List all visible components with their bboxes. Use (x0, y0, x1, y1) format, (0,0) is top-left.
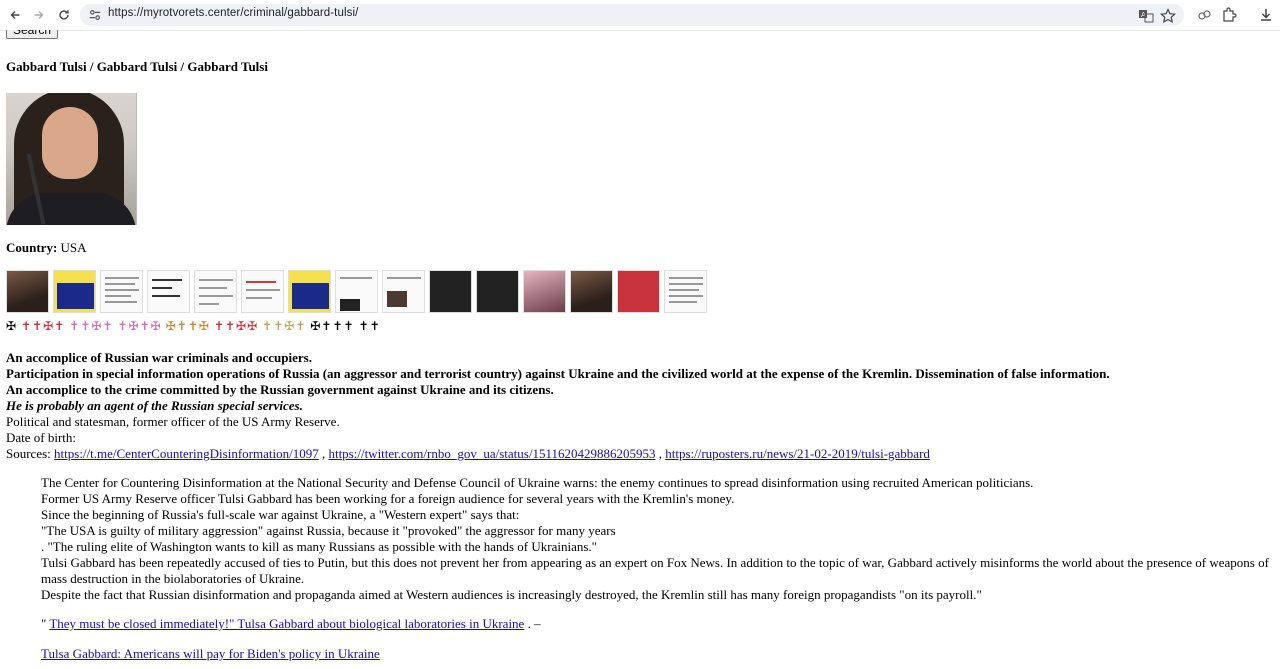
search-button[interactable]: Search (6, 30, 59, 39)
gallery-thumb[interactable] (288, 270, 331, 313)
related-article-1: " They must be closed immediately!" Tuls… (41, 616, 541, 632)
forward-arrow-icon (34, 11, 44, 19)
browser-toolbar: https://myrotvorets.center/criminal/gabb… (0, 0, 1280, 31)
gallery-thumb[interactable] (6, 270, 49, 313)
address-bar[interactable]: https://myrotvorets.center/criminal/gabb… (80, 4, 1184, 26)
source-link[interactable]: https://ruposters.ru/news/21-02-2019/tul… (665, 446, 930, 461)
birth-date-line: Date of birth: (6, 430, 77, 445)
puzzle-extensions-icon[interactable] (1221, 7, 1237, 23)
sources-line: Sources: https://t.me/CenterCounteringDi… (6, 446, 1110, 462)
reload-button[interactable] (55, 6, 73, 24)
cross-group: ✝✝✠✠ (213, 319, 259, 333)
gallery-thumb[interactable] (664, 270, 707, 313)
gallery-thumb[interactable] (523, 270, 566, 313)
accusation-line: Participation in special information ope… (6, 366, 1110, 381)
bookmark-star-icon[interactable] (1160, 8, 1176, 24)
gallery-thumb[interactable] (194, 270, 237, 313)
accusation-line: An accomplice of Russian war criminals a… (6, 350, 312, 365)
gallery-thumb[interactable] (100, 270, 143, 313)
translate-icon[interactable]: A (1138, 8, 1154, 24)
gallery-thumb[interactable] (382, 270, 425, 313)
related-article-link[interactable]: They must be closed immediately!" Tulsa … (49, 616, 524, 631)
occupation-line: Political and statesman, former officer … (6, 414, 340, 429)
gallery-thumb[interactable] (241, 270, 284, 313)
source-separator: , (658, 446, 662, 461)
photo-body (6, 193, 136, 225)
cross-group: ✝✝✠✝ (262, 319, 307, 333)
extension-icon[interactable] (1196, 7, 1212, 23)
forward-button[interactable] (30, 6, 48, 24)
article-paragraph: Since the beginning of Russia's full-sca… (41, 507, 520, 522)
site-info-icon[interactable] (88, 8, 102, 22)
gallery-thumb[interactable] (476, 270, 519, 313)
cross-group: ✝✠✝✠ (117, 319, 162, 333)
article-paragraph: . "The ruling elite of Washington wants … (41, 539, 597, 554)
back-arrow-icon (10, 11, 20, 19)
page-content: Search Gabbard Tulsi / Gabbard Tulsi / G… (0, 30, 1280, 669)
back-button[interactable] (6, 6, 24, 24)
gallery-thumb[interactable] (53, 270, 96, 313)
quote-mark: " (41, 616, 47, 631)
description-block: An accomplice of Russian war criminals a… (6, 350, 1110, 462)
gallery-thumb[interactable] (570, 270, 613, 313)
photo-face (42, 107, 98, 179)
cross-group: ✠✝✝✠ (165, 319, 210, 333)
article-paragraph: Despite the fact that Russian disinforma… (41, 587, 982, 602)
article-paragraph: Former US Army Reserve officer Tulsi Gab… (41, 491, 735, 506)
gallery-thumb[interactable] (429, 270, 472, 313)
gallery-thumb[interactable] (335, 270, 378, 313)
cross-group: ✝✝✠✝ (21, 319, 66, 333)
accusation-line: An accomplice to the crime committed by … (6, 382, 554, 397)
source-separator: , (321, 446, 326, 461)
article-paragraph: The Center for Countering Disinformation… (41, 475, 1034, 490)
article-paragraph: Tulsi Gabbard has been repeatedly accuse… (41, 555, 1269, 586)
country-value: USA (60, 240, 87, 255)
accusation-line: He is probably an agent of the Russian s… (6, 398, 303, 413)
related-article-2: Tulsa Gabbard: Americans will pay for Bi… (41, 646, 380, 662)
url-text[interactable]: https://myrotvorets.center/criminal/gabb… (108, 7, 358, 19)
cross-group: ✠ (6, 319, 18, 333)
page-title: Gabbard Tulsi / Gabbard Tulsi / Gabbard … (6, 59, 268, 74)
article-paragraph: "The USA is guilty of military aggressio… (41, 523, 616, 538)
profile-photo[interactable] (6, 93, 137, 225)
source-link[interactable]: https://t.me/CenterCounteringDisinformat… (54, 446, 319, 461)
reload-icon (59, 10, 69, 20)
cross-group: ✠✝✝✝ (310, 319, 355, 333)
article-body: The Center for Countering Disinformation… (41, 475, 1276, 603)
country-row: Country: USA (6, 240, 87, 256)
related-article-link[interactable]: Tulsa Gabbard: Americans will pay for Bi… (41, 646, 380, 661)
status-crosses: ✠ ✝✝✠✝ ✝✝✠✝ ✝✠✝✠ ✠✝✝✠ ✝✝✠✠ ✝✝✠✝ ✠✝✝✝ ✝✝ (6, 319, 381, 334)
cross-group: ✝✝ (358, 319, 381, 333)
country-label: Country: (6, 240, 58, 255)
gallery-thumb[interactable] (617, 270, 660, 313)
sources-label: Sources: (6, 446, 51, 461)
link-suffix: . – (527, 616, 541, 631)
cross-group: ✝✝✠✝ (69, 319, 114, 333)
source-link[interactable]: https://twitter.com/rnbo_gov_ua/status/1… (328, 446, 655, 461)
download-icon[interactable] (1258, 7, 1274, 23)
gallery-thumb[interactable] (147, 270, 190, 313)
